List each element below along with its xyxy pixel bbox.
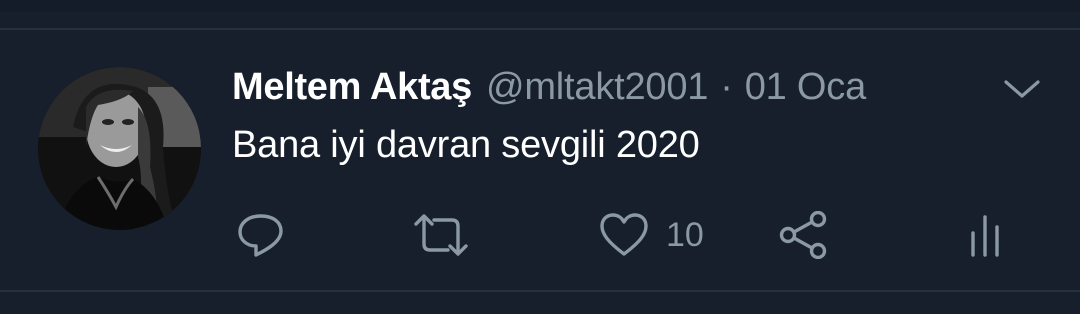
more-options-button[interactable] bbox=[1002, 76, 1042, 104]
chevron-down-icon bbox=[1004, 80, 1040, 98]
tweet-date[interactable]: 01 Oca bbox=[745, 66, 867, 109]
share-button[interactable] bbox=[778, 210, 830, 260]
author-name[interactable]: Meltem Aktaş bbox=[232, 66, 472, 109]
previous-tweet-edge bbox=[0, 0, 1080, 12]
tweet-text: Bana iyi davran sevgili 2020 bbox=[232, 124, 700, 166]
avatar[interactable] bbox=[38, 67, 201, 230]
author-handle[interactable]: @mltakt2001 bbox=[486, 66, 708, 109]
analytics-icon bbox=[971, 215, 999, 257]
tweet-actions: 10 bbox=[0, 210, 1080, 260]
avatar-photo bbox=[38, 67, 201, 230]
retweet-icon bbox=[414, 214, 468, 256]
share-icon bbox=[779, 211, 827, 259]
reply-button[interactable] bbox=[236, 210, 286, 260]
like-button[interactable]: 10 bbox=[598, 210, 704, 260]
reply-icon bbox=[238, 214, 283, 257]
tweet-card[interactable]: Meltem Aktaş @mltakt2001 · 01 Oca Bana i… bbox=[0, 30, 1080, 290]
divider-bottom bbox=[0, 290, 1080, 292]
tweet-header: Meltem Aktaş @mltakt2001 · 01 Oca bbox=[232, 66, 866, 110]
retweet-button[interactable] bbox=[412, 210, 470, 260]
analytics-button[interactable] bbox=[968, 210, 1002, 260]
header-separator: · bbox=[720, 66, 733, 108]
heart-icon bbox=[600, 213, 648, 256]
like-count: 10 bbox=[666, 215, 704, 254]
timeline: Meltem Aktaş @mltakt2001 · 01 Oca Bana i… bbox=[0, 0, 1080, 314]
